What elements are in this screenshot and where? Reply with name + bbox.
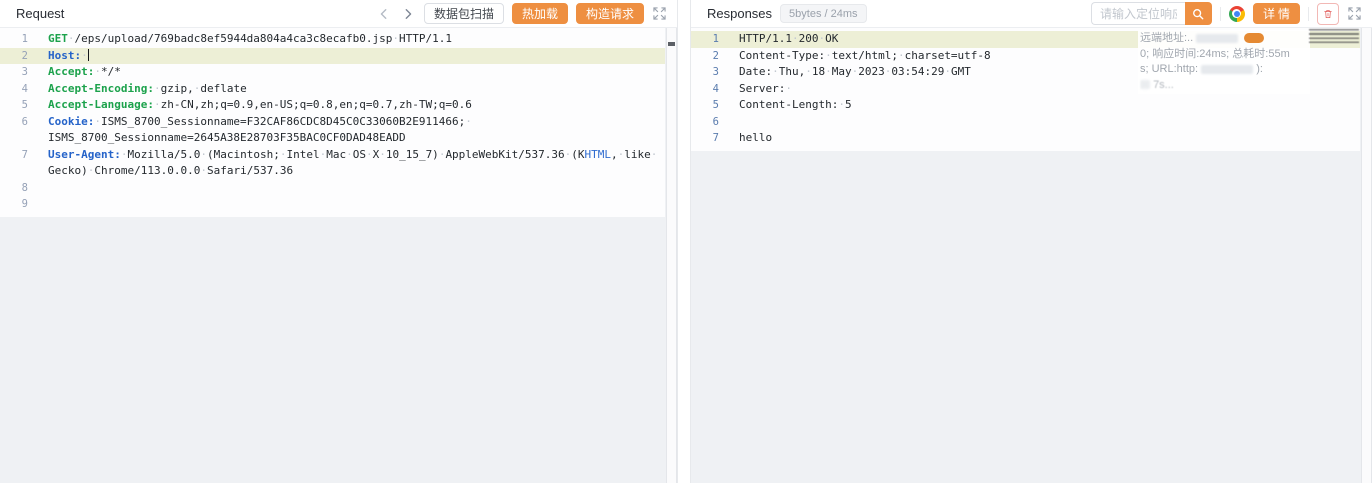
line-content: Host:· (46, 48, 89, 65)
request-header: Request 数据包扫描 热加载 构造请求 (0, 0, 677, 28)
redacted-badge (1244, 33, 1264, 43)
line-content: ISMS_8700_Sessionname=2645A38E28703F35BA… (46, 130, 406, 147)
code-line[interactable]: 2Host:· (0, 48, 665, 65)
detail-button[interactable]: 详情 (1253, 3, 1300, 24)
response-fullscreen-button[interactable] (1347, 6, 1362, 21)
response-url-prefix: s; URL:http: (1140, 63, 1198, 75)
packet-viewer: Request 数据包扫描 热加载 构造请求 (0, 0, 1372, 483)
line-content: Accept-Encoding:·gzip,·deflate (46, 81, 247, 98)
response-header: Responses 5bytes / 24ms 详情 (691, 0, 1372, 28)
prev-request-button[interactable] (376, 6, 392, 22)
open-in-browser-button[interactable] (1229, 6, 1245, 22)
line-number: 2 (0, 48, 46, 65)
line-number: 8 (0, 180, 46, 197)
code-line[interactable]: 8 (0, 180, 665, 197)
line-number: 1 (691, 31, 737, 48)
chevron-right-icon (402, 8, 414, 20)
code-line[interactable]: Gecko)·Chrome/113.0.0.0·Safari/537.36 (0, 163, 665, 180)
line-number (0, 163, 46, 180)
redacted-fragment (1140, 80, 1150, 89)
clear-response-button[interactable] (1317, 3, 1339, 25)
request-fullscreen-button[interactable] (652, 6, 667, 21)
redacted-remote-address (1196, 34, 1238, 43)
line-content: Cookie:·ISMS_8700_Sessionname=F32CAF86CD… (46, 114, 472, 131)
line-number: 6 (0, 114, 46, 131)
response-timing: 0; 响应时间:24ms; 总耗时:55m (1140, 47, 1308, 63)
line-number: 4 (691, 81, 737, 98)
response-meta-overlay: 远端地址:.. 0; 响应时间:24ms; 总耗时:55m s; URL:htt… (1138, 30, 1310, 94)
redacted-url (1201, 65, 1253, 74)
line-content: Server:· (737, 81, 792, 98)
line-number: 1 (0, 31, 46, 48)
line-number: 2 (691, 48, 737, 65)
code-line[interactable]: 7User-Agent:·Mozilla/5.0·(Macintosh;·Int… (0, 147, 665, 164)
line-content: Content-Type:·text/html;·charset=utf-8 (737, 48, 991, 65)
trash-icon (1324, 8, 1332, 20)
censored-note (1309, 29, 1359, 46)
search-input[interactable] (1091, 2, 1185, 25)
search-button[interactable] (1185, 2, 1212, 25)
line-content (46, 180, 48, 197)
line-number: 7 (691, 130, 737, 147)
line-content: Content-Length:·5 (737, 97, 852, 114)
line-content: User-Agent:·Mozilla/5.0·(Macintosh;·Inte… (46, 147, 657, 164)
response-stats-badge: 5bytes / 24ms (780, 4, 866, 23)
packet-scan-button[interactable]: 数据包扫描 (424, 3, 504, 24)
line-content (737, 114, 739, 131)
line-number: 5 (691, 97, 737, 114)
line-content (46, 196, 48, 213)
code-line[interactable]: 7hello (691, 130, 1360, 147)
code-line[interactable]: 5Content-Length:·5 (691, 97, 1360, 114)
line-number: 3 (0, 64, 46, 81)
code-line[interactable]: 5Accept-Language:·zh-CN,zh;q=0.9,en-US;q… (0, 97, 665, 114)
request-code: 1GET·/eps/upload/769badc8ef5944da804a4ca… (0, 28, 665, 217)
build-request-button[interactable]: 构造请求 (576, 3, 644, 24)
line-number: 4 (0, 81, 46, 98)
response-meta-tail: 7s... (1153, 79, 1174, 91)
response-panel: Responses 5bytes / 24ms 详情 (690, 0, 1372, 483)
code-line[interactable]: 6Cookie:·ISMS_8700_Sessionname=F32CAF86C… (0, 114, 665, 131)
line-content: HTTP/1.1·200·OK (737, 31, 838, 48)
code-line[interactable]: 6 (691, 114, 1360, 131)
header-divider (1308, 7, 1309, 21)
request-scrollbar-track (666, 28, 677, 483)
line-number: 7 (0, 147, 46, 164)
next-request-button[interactable] (400, 6, 416, 22)
response-scrollbar-track (1361, 28, 1372, 483)
line-number: 6 (691, 114, 737, 131)
response-title: Responses (707, 6, 772, 21)
request-scrollbar-thumb[interactable] (668, 42, 675, 46)
header-divider (1220, 7, 1221, 21)
hot-reload-button[interactable]: 热加载 (512, 3, 568, 24)
expand-arrows-icon (1348, 7, 1361, 20)
line-number: 3 (691, 64, 737, 81)
line-content: GET·/eps/upload/769badc8ef5944da804a4ca3… (46, 31, 452, 48)
request-title: Request (16, 6, 64, 21)
chevron-left-icon (378, 8, 390, 20)
line-number: 9 (0, 196, 46, 213)
expand-arrows-icon (653, 7, 666, 20)
line-content: hello (737, 130, 772, 147)
code-line[interactable]: 1GET·/eps/upload/769badc8ef5944da804a4ca… (0, 31, 665, 48)
line-number: 5 (0, 97, 46, 114)
code-line[interactable]: 3Accept:·*/* (0, 64, 665, 81)
line-content: Date:·Thu,·18·May·2023·03:54:29·GMT (737, 64, 971, 81)
response-editor[interactable]: 1HTTP/1.1·200·OK2Content-Type:·text/html… (691, 28, 1372, 483)
remote-address-label: 远端地址:.. (1140, 32, 1193, 44)
response-search (1091, 2, 1212, 25)
line-content: Accept-Language:·zh-CN,zh;q=0.9,en-US;q=… (46, 97, 472, 114)
line-content: Accept:·*/* (46, 64, 121, 81)
code-line[interactable]: ISMS_8700_Sessionname=2645A38E28703F35BA… (0, 130, 665, 147)
request-editor[interactable]: 1GET·/eps/upload/769badc8ef5944da804a4ca… (0, 28, 677, 483)
code-line[interactable]: 9 (0, 196, 665, 213)
panel-divider[interactable] (678, 0, 690, 483)
response-url-suffix: ): (1256, 63, 1263, 75)
code-line[interactable]: 4Accept-Encoding:·gzip,·deflate (0, 81, 665, 98)
line-number (0, 130, 46, 147)
request-panel: Request 数据包扫描 热加载 构造请求 (0, 0, 678, 483)
text-cursor-icon (88, 49, 90, 61)
line-content: Gecko)·Chrome/113.0.0.0·Safari/537.36 (46, 163, 293, 180)
search-icon (1192, 8, 1204, 20)
